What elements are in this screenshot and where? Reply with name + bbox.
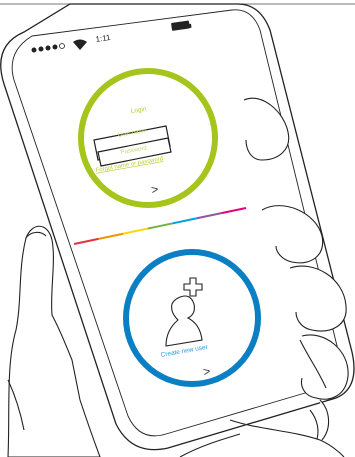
illustration: 1:11 Login User name Password Forgot nam…: [0, 3, 355, 457]
